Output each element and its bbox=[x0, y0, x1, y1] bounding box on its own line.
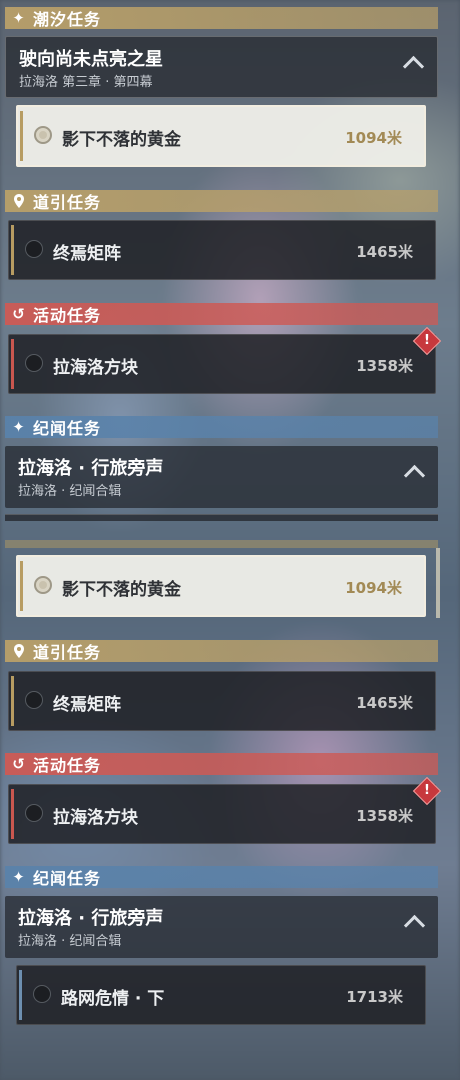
task-distance: 1094米 bbox=[345, 129, 402, 147]
location-pin-icon bbox=[11, 643, 27, 659]
task-name: 终焉矩阵 bbox=[53, 244, 121, 264]
task-distance: 1358米 bbox=[356, 807, 413, 825]
quest-group-title: 驶向尚未点亮之星 bbox=[19, 49, 163, 70]
section-header-event[interactable]: ↺ 活动任务 bbox=[5, 753, 438, 775]
tide-quest-group[interactable]: 驶向尚未点亮之星 拉海洛 第三章 · 第四幕 bbox=[5, 36, 438, 98]
task-name: 拉海洛方块 bbox=[53, 358, 138, 378]
task-distance: 1094米 bbox=[345, 579, 402, 597]
task-accent-bar bbox=[11, 789, 14, 839]
quest-group-subtitle: 拉海洛 · 纪闻合辑 bbox=[18, 934, 122, 949]
quest-group-subtitle: 拉海洛 第三章 · 第四幕 bbox=[19, 75, 153, 90]
cut-off-task-edge bbox=[5, 514, 438, 521]
section-header-story[interactable]: ✦ 纪闻任务 bbox=[5, 866, 438, 888]
section-label: 潮汐任务 bbox=[33, 10, 102, 29]
quest-group-title: 拉海洛 · 行旅旁声 bbox=[18, 908, 164, 929]
section-label: 纪闻任务 bbox=[33, 869, 102, 888]
task-status-circle-icon bbox=[25, 354, 43, 372]
section-header-guide[interactable]: 道引任务 bbox=[5, 190, 438, 212]
section-header-tide[interactable]: ✦ 潮汐任务 bbox=[5, 7, 438, 29]
section-header-event[interactable]: ↺ 活动任务 bbox=[5, 303, 438, 325]
task-accent-bar bbox=[19, 970, 22, 1020]
story-quest-group[interactable]: 拉海洛 · 行旅旁声 拉海洛 · 纪闻合辑 bbox=[5, 446, 438, 508]
warning-icon: ! bbox=[412, 776, 442, 806]
section-header-guide[interactable]: 道引任务 bbox=[5, 640, 438, 662]
location-pin-icon bbox=[11, 193, 27, 209]
quest-group-subtitle: 拉海洛 · 纪闻合辑 bbox=[18, 484, 122, 499]
story-task-item[interactable]: 路网危情 · 下 1713米 bbox=[16, 965, 426, 1025]
quest-tracker: ✦ 潮汐任务 驶向尚未点亮之星 拉海洛 第三章 · 第四幕 影下不落的黄金 10… bbox=[0, 0, 460, 1080]
task-name: 影下不落的黄金 bbox=[62, 130, 181, 150]
task-status-circle-icon bbox=[25, 240, 43, 258]
section-label: 活动任务 bbox=[33, 756, 102, 775]
warning-icon: ! bbox=[412, 326, 442, 356]
overlap-divider bbox=[5, 540, 438, 548]
section-label: 活动任务 bbox=[33, 306, 102, 325]
task-distance: 1465米 bbox=[356, 243, 413, 261]
sparkle-icon: ✦ bbox=[12, 9, 26, 27]
task-name: 终焉矩阵 bbox=[53, 695, 121, 715]
tide-task-item[interactable]: 影下不落的黄金 1094米 bbox=[16, 105, 426, 167]
guide-task-item[interactable]: 终焉矩阵 1465米 bbox=[8, 220, 436, 280]
task-accent-bar bbox=[11, 676, 14, 726]
section-label: 纪闻任务 bbox=[33, 419, 102, 438]
task-accent-bar bbox=[20, 561, 23, 611]
event-loop-icon: ↺ bbox=[12, 305, 26, 323]
task-name: 路网危情 · 下 bbox=[61, 989, 165, 1009]
task-name: 拉海洛方块 bbox=[53, 808, 138, 828]
task-status-circle-icon bbox=[25, 804, 43, 822]
chevron-up-icon[interactable] bbox=[403, 914, 426, 937]
task-status-circle-icon bbox=[34, 576, 52, 594]
task-distance: 1713米 bbox=[346, 988, 403, 1006]
section-header-story[interactable]: ✦ 纪闻任务 bbox=[5, 416, 438, 438]
task-distance: 1358米 bbox=[356, 357, 413, 375]
task-status-circle-icon bbox=[34, 126, 52, 144]
task-accent-bar bbox=[20, 111, 23, 161]
sparkle-icon: ✦ bbox=[12, 868, 26, 886]
event-loop-icon: ↺ bbox=[12, 755, 26, 773]
task-accent-bar bbox=[11, 225, 14, 275]
task-distance: 1465米 bbox=[356, 694, 413, 712]
story-quest-group[interactable]: 拉海洛 · 行旅旁声 拉海洛 · 纪闻合辑 bbox=[5, 896, 438, 958]
sparkle-icon: ✦ bbox=[12, 418, 26, 436]
task-status-circle-icon bbox=[33, 985, 51, 1003]
section-label: 道引任务 bbox=[33, 643, 102, 662]
event-task-item[interactable]: 拉海洛方块 1358米 ! bbox=[8, 326, 442, 394]
event-task-item[interactable]: 拉海洛方块 1358米 ! bbox=[8, 776, 442, 844]
task-name: 影下不落的黄金 bbox=[62, 580, 181, 600]
panel-edge bbox=[436, 548, 440, 618]
guide-task-item[interactable]: 终焉矩阵 1465米 bbox=[8, 671, 436, 731]
task-status-circle-icon bbox=[25, 691, 43, 709]
chevron-up-icon[interactable] bbox=[403, 464, 426, 487]
quest-group-title: 拉海洛 · 行旅旁声 bbox=[18, 458, 164, 479]
section-label: 道引任务 bbox=[33, 193, 102, 212]
tide-task-item[interactable]: 影下不落的黄金 1094米 bbox=[16, 555, 426, 617]
chevron-up-icon[interactable] bbox=[402, 55, 425, 78]
task-accent-bar bbox=[11, 339, 14, 389]
